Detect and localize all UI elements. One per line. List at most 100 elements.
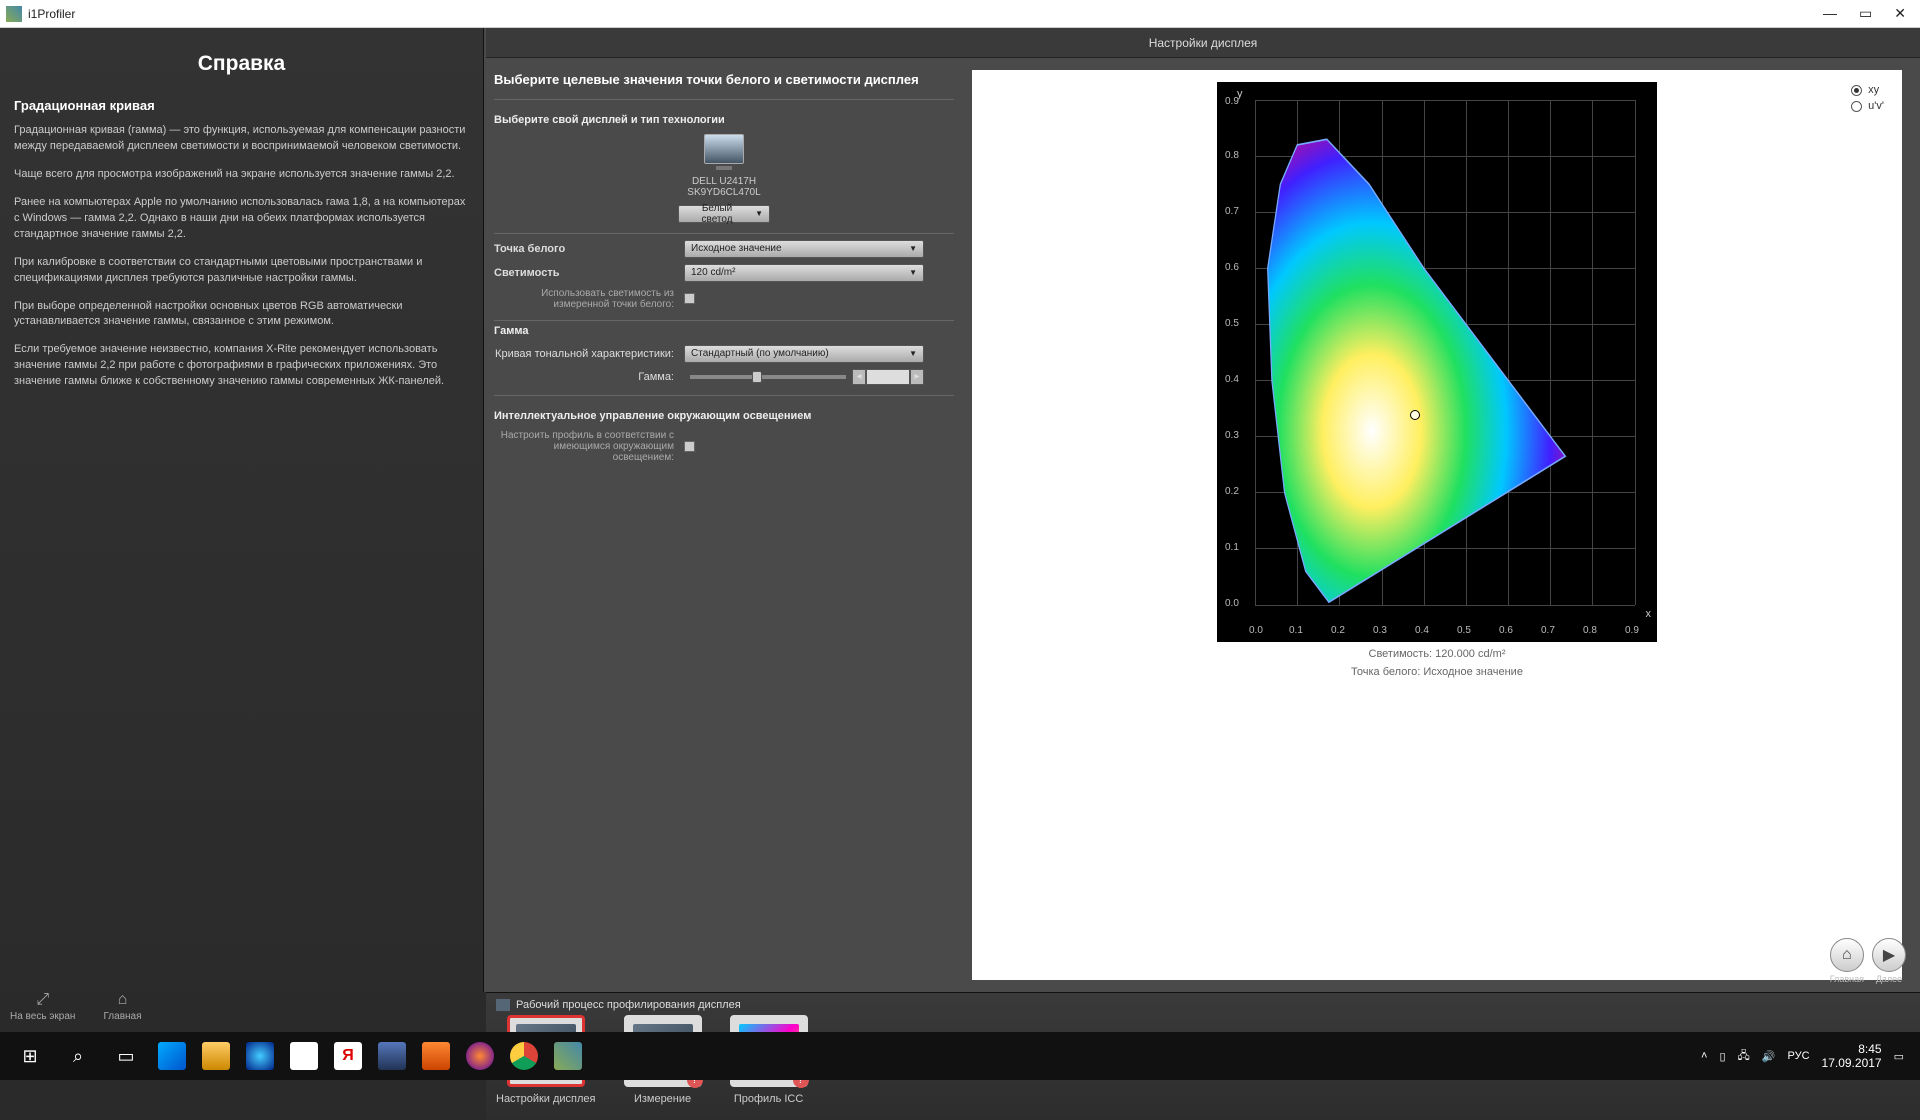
tonecurve-dropdown[interactable]: Стандартный (по умолчанию) ▼: [684, 345, 924, 363]
workflow-title-text: Рабочий процесс профилирования дисплея: [516, 999, 741, 1011]
tray-date: 17.09.2017: [1822, 1056, 1882, 1070]
radio-uv[interactable]: u'v': [1851, 100, 1884, 112]
slider-thumb[interactable]: [752, 371, 762, 383]
tech-dropdown[interactable]: Белый светод ▼: [678, 205, 770, 223]
tech-dropdown-value: Белый светод: [685, 203, 749, 225]
taskbar-yandex[interactable]: Я: [326, 1032, 370, 1080]
help-text: При выборе определенной настройки основн…: [14, 299, 469, 331]
luminance-hint: Использовать светимость из измеренной то…: [494, 288, 684, 310]
taskbar-i1profiler[interactable]: [546, 1032, 590, 1080]
help-text: При калибровке в соответствии со стандар…: [14, 255, 469, 287]
monitor-name: DELL U2417H: [664, 176, 784, 187]
taskview-button[interactable]: ▭: [102, 1032, 150, 1080]
luminance-dropdown[interactable]: 120 cd/m²▼: [684, 264, 924, 282]
gamma-stepper[interactable]: ◂ 2,20 ▸: [852, 369, 924, 385]
workflow-step-label: Измерение: [634, 1093, 691, 1105]
help-text: Если требуемое значение неизвестно, комп…: [14, 342, 469, 390]
radio-xy[interactable]: xy: [1851, 84, 1884, 96]
tray-language[interactable]: РУС: [1788, 1050, 1810, 1062]
home-icon: ⌂: [118, 991, 128, 1009]
chart-luminance-info: Светимость: 120.000 cd/m²: [1369, 648, 1506, 660]
help-bottom-buttons: ⤢ На весь экран ⌂Главная: [10, 991, 142, 1022]
tray-volume-icon[interactable]: 🔊: [1762, 1050, 1776, 1063]
spectral-locus: [1255, 100, 1635, 605]
search-button[interactable]: ⌕: [54, 1032, 102, 1080]
monitor-stand-icon: [716, 166, 732, 170]
help-title: Справка: [14, 52, 469, 76]
caret-down-icon: ▼: [909, 244, 917, 253]
chart-panel: xy u'v' y x: [972, 70, 1902, 980]
monitor-serial: SK9YD6CL470L: [664, 187, 784, 198]
help-panel: Справка Градационная кривая Градационная…: [0, 28, 484, 992]
close-button[interactable]: ✕: [1894, 5, 1906, 22]
workflow-step-label: Настройки дисплея: [496, 1093, 596, 1105]
monitor-block[interactable]: DELL U2417H SK9YD6CL470L Белый светод ▼: [664, 134, 784, 223]
whitepoint-marker[interactable]: [1410, 410, 1420, 420]
ambient-label: Настроить профиль в соответствии с имеющ…: [494, 430, 684, 463]
taskbar-firefox[interactable]: [458, 1032, 502, 1080]
taskbar-orange[interactable]: [414, 1032, 458, 1080]
home-icon: ⌂: [1830, 938, 1864, 972]
monitor-icon: [704, 134, 744, 164]
section-display-label: Выберите свой дисплей и тип технологии: [494, 114, 954, 126]
gamma-slider[interactable]: [690, 375, 846, 379]
gamma-field-label: Гамма:: [494, 371, 684, 383]
help-subtitle: Градационная кривая: [14, 98, 469, 113]
main-panel: Настройки дисплея Выберите целевые значе…: [484, 28, 1920, 992]
taskbar-chrome[interactable]: [502, 1032, 546, 1080]
fullscreen-button[interactable]: ⤢ На весь экран: [10, 991, 75, 1022]
play-icon: ▶: [1872, 938, 1906, 972]
window-controls: — ▭ ✕: [1823, 5, 1914, 22]
taskbar-edge[interactable]: [150, 1032, 194, 1080]
luminance-value: 120 cd/m²: [691, 267, 735, 278]
help-text: Градационная кривая (гамма) — это функци…: [14, 123, 469, 155]
stepper-increment[interactable]: ▸: [910, 369, 924, 385]
taskbar-explorer[interactable]: [194, 1032, 238, 1080]
luminance-label: Светимость: [494, 267, 684, 279]
tab-title: Настройки дисплея: [486, 28, 1920, 58]
caret-down-icon: ▼: [909, 349, 917, 358]
taskbar-thunderbolt[interactable]: [238, 1032, 282, 1080]
taskbar: ⊞ ⌕ ▭ Я ˄ ▯ 🖧 🔊 РУС 8:45 17.09.2017 ▭: [0, 1032, 1920, 1080]
settings-heading: Выберите целевые значения точки белого и…: [494, 72, 954, 100]
radio-icon: [1851, 85, 1862, 96]
radio-icon: [1851, 101, 1862, 112]
ambient-heading: Интеллектуальное управление окружающим о…: [494, 410, 954, 422]
tray-network-icon[interactable]: 🖧: [1738, 1047, 1750, 1066]
next-label: Далее: [1876, 974, 1902, 984]
chart-mode-radiogroup: xy u'v': [1851, 84, 1884, 116]
system-tray[interactable]: ˄ ▯ 🖧 🔊 РУС 8:45 17.09.2017 ▭: [1701, 1042, 1914, 1071]
tray-battery-icon[interactable]: ▯: [1719, 1050, 1725, 1063]
help-text: Чаще всего для просмотра изображений на …: [14, 167, 469, 183]
tray-clock[interactable]: 8:45 17.09.2017: [1822, 1042, 1882, 1071]
taskbar-ebay[interactable]: [282, 1032, 326, 1080]
settings-column: Выберите целевые значения точки белого и…: [484, 58, 964, 992]
tray-chevron-icon[interactable]: ˄: [1701, 1050, 1707, 1062]
caret-down-icon: ▼: [755, 209, 763, 218]
gamma-value: 2,20: [866, 369, 910, 385]
fullscreen-label: На весь экран: [10, 1011, 75, 1022]
x-axis-label: x: [1646, 608, 1652, 620]
luminance-from-wp-checkbox[interactable]: [684, 293, 695, 304]
next-button[interactable]: ▶ Далее: [1872, 938, 1906, 984]
workflow-title: Рабочий процесс профилирования дисплея: [496, 997, 1910, 1015]
maximize-button[interactable]: ▭: [1859, 5, 1872, 22]
start-button[interactable]: ⊞: [6, 1032, 54, 1080]
tray-notifications-icon[interactable]: ▭: [1894, 1050, 1904, 1063]
nav-buttons: ⌂ Главная ▶ Далее: [1830, 938, 1906, 984]
whitepoint-dropdown[interactable]: Исходное значение ▼: [684, 240, 924, 258]
ambient-checkbox[interactable]: [684, 441, 695, 452]
chart-whitepoint-info: Точка белого: Исходное значение: [1351, 666, 1523, 678]
fullscreen-icon: ⤢: [36, 991, 49, 1009]
minimize-button[interactable]: —: [1823, 5, 1837, 22]
cie-chart: y x: [1217, 82, 1657, 642]
help-text: Ранее на компьютерах Apple по умолчанию …: [14, 195, 469, 243]
home-button[interactable]: ⌂ Главная: [1830, 938, 1864, 984]
tonecurve-value: Стандартный (по умолчанию): [691, 348, 829, 359]
stepper-decrement[interactable]: ◂: [852, 369, 866, 385]
monitor-icon: [496, 999, 510, 1011]
whitepoint-value: Исходное значение: [691, 243, 782, 254]
titlebar: i1Profiler — ▭ ✕: [0, 0, 1920, 28]
taskbar-save[interactable]: [370, 1032, 414, 1080]
help-home-button[interactable]: ⌂Главная: [103, 991, 141, 1022]
